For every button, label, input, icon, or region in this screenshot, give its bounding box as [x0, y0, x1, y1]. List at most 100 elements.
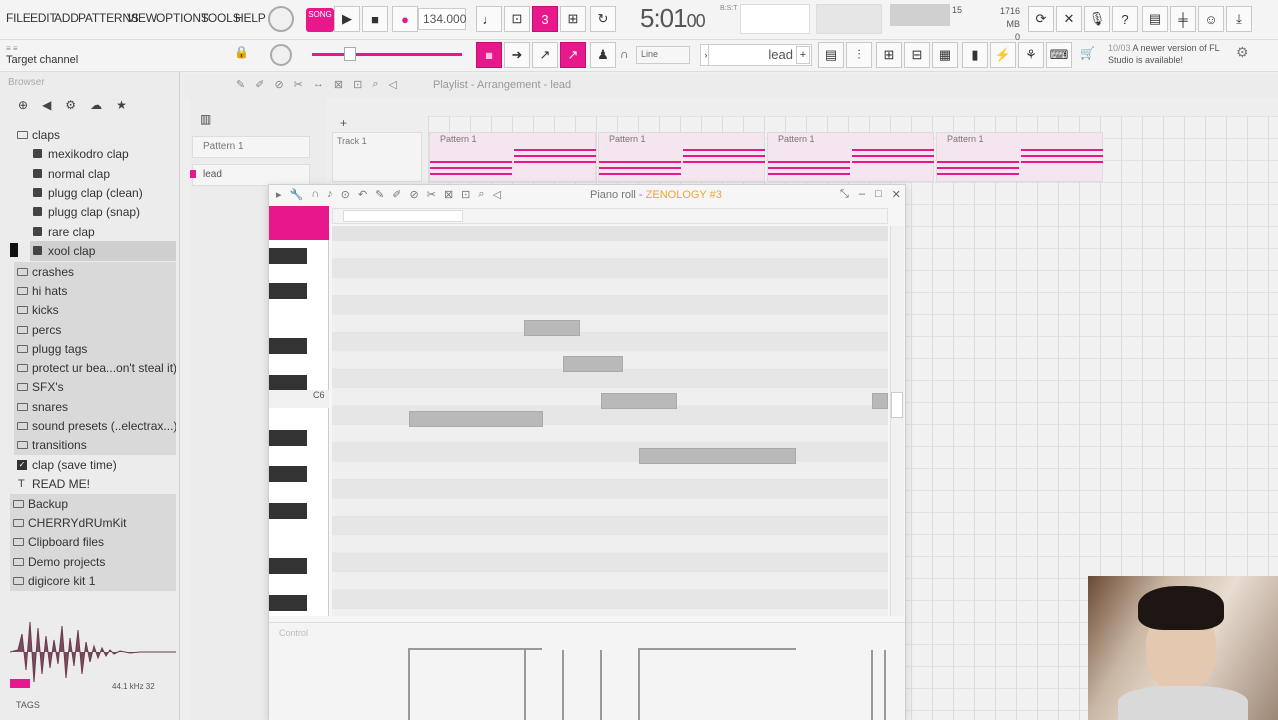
master-pitch-slider[interactable] [312, 53, 462, 56]
wait-input-button[interactable]: ⊡ [504, 6, 530, 32]
project-browser-button[interactable]: ⚘ [1018, 42, 1044, 68]
piano-roll-button[interactable]: ⫶ [846, 42, 872, 68]
pattern-song-toggle[interactable]: SONG [306, 8, 334, 32]
pattern-clip[interactable]: Pattern 1 [598, 132, 765, 182]
vertical-scrollbar[interactable] [890, 226, 904, 616]
velocity-bar[interactable] [562, 650, 564, 720]
browser-item[interactable]: claps [14, 125, 176, 145]
track-header[interactable]: Track 1 [332, 132, 422, 182]
velocity-bar[interactable] [884, 650, 886, 720]
menu-file[interactable]: FILE [6, 11, 31, 25]
stop-button[interactable]: ■ [362, 6, 388, 32]
record-tool-icon[interactable]: ⊙ [341, 188, 350, 201]
pattern-list-item-lead[interactable]: lead [192, 164, 310, 186]
browser-item[interactable]: mexikodro clap [30, 144, 176, 164]
piano-roll-timeline[interactable] [332, 226, 888, 240]
add-track-icon[interactable]: + [340, 116, 347, 130]
pattern-clip[interactable]: Pattern 1 [936, 132, 1103, 182]
undo-icon[interactable]: ↶ [358, 188, 367, 201]
countdown-button[interactable]: 3 [532, 6, 558, 32]
mute-tool-icon[interactable]: ✂ [294, 78, 303, 91]
playback-tool-icon[interactable]: ◁ [388, 78, 396, 91]
menu-add[interactable]: ADD [54, 11, 79, 25]
delete-tool-icon[interactable]: ⊘ [274, 78, 283, 91]
velocity-bar[interactable] [871, 650, 873, 720]
detach-icon[interactable]: ⤡ [840, 188, 849, 201]
browser-item[interactable]: SFX's [14, 377, 176, 398]
horizontal-scroll-thumb[interactable] [343, 210, 463, 222]
browser-item[interactable]: digicore kit 1 [10, 570, 176, 591]
pattern-list-item[interactable]: Pattern 1 [192, 136, 310, 158]
menu-help[interactable]: HELP [235, 11, 266, 25]
browser-item[interactable]: transitions [14, 435, 176, 456]
event-control-lane[interactable] [269, 622, 905, 720]
pencil-mode-button[interactable]: ↗ [532, 42, 558, 68]
control-lane-label[interactable]: Control [279, 628, 308, 638]
menu-edit[interactable]: EDIT [30, 11, 57, 25]
browser-item[interactable]: CHERRYdRUmKit [10, 513, 176, 533]
chat-button[interactable]: ☺ [1198, 6, 1224, 32]
black-key[interactable] [269, 466, 307, 482]
browser-view-button[interactable]: ▮ [962, 42, 988, 68]
cloud-icon[interactable]: ☁ [90, 98, 102, 120]
back-icon[interactable]: ◀ [42, 98, 51, 120]
pattern-clip[interactable]: Pattern 1 [767, 132, 934, 182]
pattern-clip[interactable]: Pattern 1 [429, 132, 596, 182]
news-icon[interactable]: ⚙ [1236, 44, 1249, 61]
brush-tool-icon[interactable]: ✐ [255, 78, 264, 91]
note[interactable] [601, 393, 677, 409]
velocity-bar[interactable] [408, 650, 410, 720]
menu-view[interactable]: VIEW [127, 11, 157, 25]
update-notification[interactable]: 10/03 A newer version of FL Studio is av… [1108, 42, 1228, 66]
browser-item[interactable]: snares [14, 396, 176, 417]
note[interactable] [639, 448, 796, 464]
playlist-button[interactable]: ▤ [818, 42, 844, 68]
slice-note-icon[interactable]: ⊠ [444, 188, 453, 201]
note[interactable] [409, 411, 543, 427]
add-pattern-icon[interactable]: + [796, 46, 810, 64]
minimize-icon[interactable]: – [859, 188, 865, 201]
velocity-bar[interactable] [600, 650, 602, 720]
browser-item[interactable]: Demo projects [10, 551, 176, 572]
slice-tool-icon[interactable]: ⊠ [334, 78, 343, 91]
velocity-bar[interactable] [638, 650, 640, 720]
browser-item[interactable]: kicks [14, 300, 176, 321]
select-note-icon[interactable]: ⊡ [461, 188, 470, 201]
stamp-button[interactable]: ♟ [590, 42, 616, 68]
speaker-icon[interactable]: ◁ [493, 188, 501, 201]
undo-history-button[interactable]: ⟳ [1028, 6, 1054, 32]
magnet-tool-icon[interactable]: ∩ [311, 188, 319, 201]
maximize-icon[interactable]: □ [875, 188, 882, 201]
pattern-picker-icon[interactable]: ▥ [200, 112, 211, 126]
black-key[interactable] [269, 558, 307, 574]
piano-roll-grid[interactable] [332, 240, 888, 616]
plugin-filter-icon[interactable]: ⚙ [65, 98, 76, 120]
channel-rack-view-button[interactable]: ⊞ [876, 42, 902, 68]
zoom-tool-icon[interactable]: ⌕ [372, 78, 378, 91]
browser-item[interactable]: rare clap [30, 222, 176, 242]
shop-icon[interactable]: 🛒 [1080, 46, 1095, 60]
brush-note-icon[interactable]: ✐ [392, 188, 401, 201]
browser-item[interactable]: Clipboard files [10, 532, 176, 553]
note[interactable] [872, 393, 888, 409]
note[interactable] [524, 320, 580, 336]
browser-item[interactable]: plugg clap (clean) [30, 183, 176, 203]
browser-item[interactable]: hi hats [14, 280, 176, 301]
browser-item[interactable]: normal clap [30, 164, 176, 184]
mixer-button[interactable]: ╪ [1170, 6, 1196, 32]
black-key[interactable] [269, 595, 307, 611]
browser-item[interactable]: plugg tags [14, 338, 176, 359]
snap-mode-select[interactable]: Line [636, 46, 690, 64]
mic-button[interactable]: 🎙 [1084, 6, 1110, 32]
plugin-picker-button[interactable]: ▦ [932, 42, 958, 68]
browser-item[interactable]: Backup [10, 493, 176, 514]
velocity-bar[interactable] [524, 650, 526, 720]
help-button[interactable]: ? [1112, 6, 1138, 32]
pencil-note-icon[interactable]: ✎ [375, 188, 384, 201]
loop-record-button[interactable]: ↻ [590, 6, 616, 32]
browser-item[interactable]: plugg clap (snap) [30, 202, 176, 222]
slider-handle[interactable] [344, 47, 356, 61]
wrench-icon[interactable]: 🔧 [290, 188, 304, 201]
horizontal-scrollbar[interactable] [332, 208, 888, 224]
mixer-view-button[interactable]: ⊟ [904, 42, 930, 68]
